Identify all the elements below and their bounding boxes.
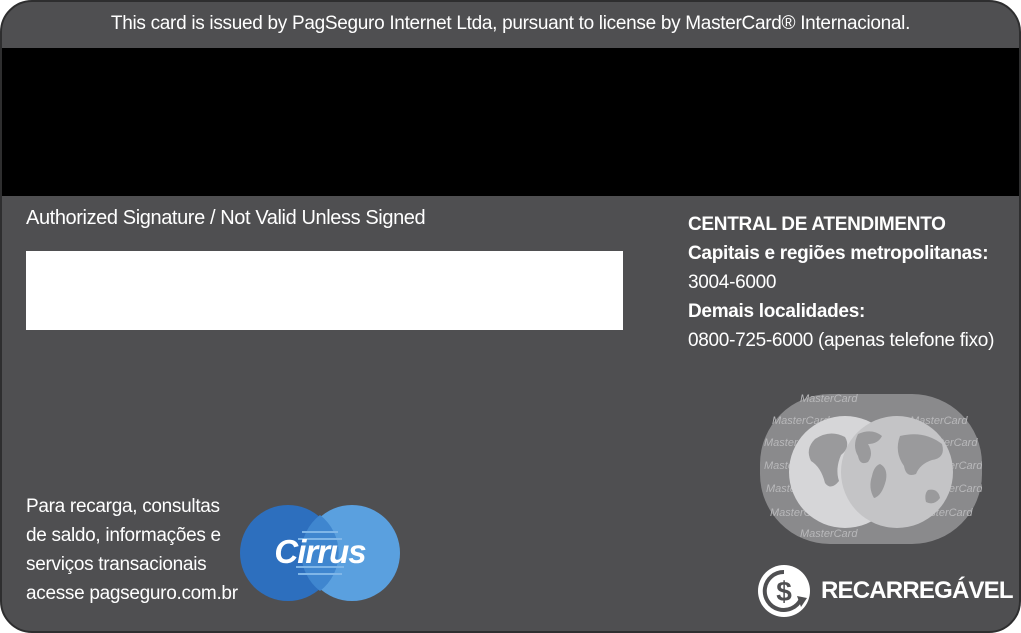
rechargeable-label: RECARREGÁVEL xyxy=(821,577,1014,604)
svg-text:MasterCard: MasterCard xyxy=(800,528,858,540)
info-line: serviços transacionais xyxy=(26,554,207,575)
info-line: acesse pagseguro.com.br xyxy=(26,583,238,604)
cirrus-wordmark: Cirrus xyxy=(274,533,366,570)
cirrus-logo: Cirrus xyxy=(240,505,400,601)
signature-panel xyxy=(26,251,623,330)
support-title: CENTRAL DE ATENDIMENTO xyxy=(688,214,946,235)
svg-text:MasterCard: MasterCard xyxy=(800,394,858,405)
support-other-label: Demais localidades: xyxy=(688,301,865,322)
customer-support: CENTRAL DE ATENDIMENTO Capitais e regiõe… xyxy=(688,210,1008,355)
recharge-info: Para recarga, consultas de saldo, inform… xyxy=(26,492,256,608)
recharge-dollar-icon: $ xyxy=(758,565,810,617)
mastercard-hologram-icon: MasterCard MasterCard MasterCard MasterC… xyxy=(760,394,982,544)
info-line: de saldo, informações e xyxy=(26,525,221,546)
issuer-notice: This card is issued by PagSeguro Interne… xyxy=(110,13,911,34)
support-other-phone: 0800-725-6000 (apenas telefone fixo) xyxy=(688,330,995,351)
support-metro-phone: 3004-6000 xyxy=(688,272,777,293)
signature-label: Authorized Signature / Not Valid Unless … xyxy=(26,207,426,229)
magnetic-stripe xyxy=(2,48,1019,196)
support-metro-label: Capitais e regiões metropolitanas: xyxy=(688,243,989,264)
card-back: This card is issued by PagSeguro Interne… xyxy=(0,0,1021,633)
svg-text:$: $ xyxy=(776,576,792,607)
hologram-right-globe xyxy=(841,416,953,528)
info-line: Para recarga, consultas xyxy=(26,496,220,517)
rechargeable-badge: $ RECARREGÁVEL xyxy=(757,565,1014,617)
